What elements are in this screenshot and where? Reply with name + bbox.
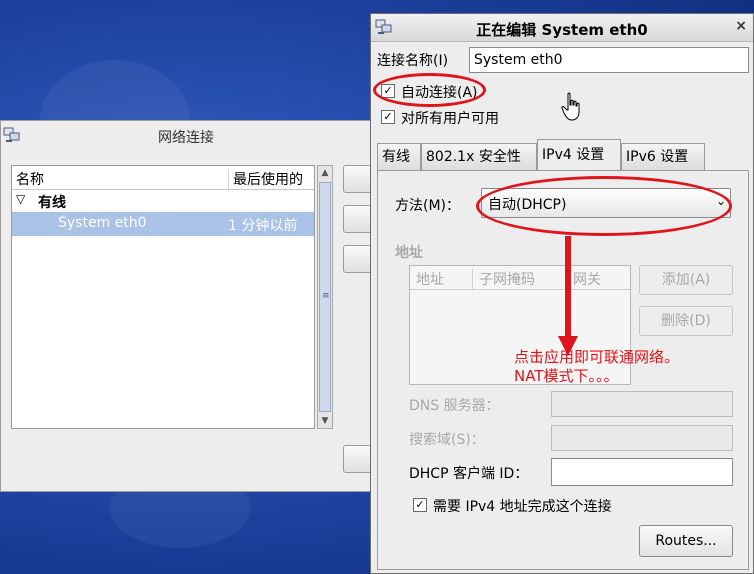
window-title: 网络连接 (158, 130, 214, 146)
search-domains-input[interactable] (551, 425, 733, 451)
column-header-netmask: 子网掩码 (472, 269, 535, 289)
address-section-label: 地址 (395, 245, 423, 261)
method-label: 方法(M)： (395, 198, 461, 214)
dns-servers-input[interactable] (551, 391, 733, 417)
connection-name: System eth0 (58, 215, 147, 231)
annotation-circle-method (476, 176, 732, 236)
hand-cursor-icon (561, 92, 580, 121)
dns-servers-label: DNS 服务器： (409, 398, 500, 414)
all-users-label[interactable]: 对所有用户可用 (401, 108, 499, 128)
group-label: 有线 (38, 195, 66, 211)
add-address-button[interactable]: 添加(A) (639, 265, 733, 295)
scroll-up-arrow-icon[interactable]: ▲ (318, 166, 332, 180)
dialog-title: 正在编辑 System eth0 (476, 21, 648, 39)
connection-name-label: 连接名称(I) (377, 53, 449, 69)
connection-name-input[interactable]: System eth0 (469, 47, 749, 73)
require-ipv4-checkbox[interactable]: ✓ (413, 498, 427, 512)
delete-address-button[interactable]: 删除(D) (639, 306, 733, 336)
close-icon[interactable]: × (735, 18, 747, 34)
annotation-circle-autoconnect (373, 73, 486, 107)
dhcp-client-id-input[interactable] (551, 458, 733, 486)
list-scrollbar[interactable]: ▲ ≡ ▼ (317, 165, 333, 429)
scroll-down-arrow-icon[interactable]: ▼ (318, 414, 332, 428)
connection-last-used: 1 分钟以前 (228, 218, 298, 234)
scrollbar-thumb[interactable]: ≡ (319, 182, 331, 412)
connection-list[interactable]: 名称 最后使用的 ▽ 有线 System eth0 1 分钟以前 (11, 165, 315, 429)
routes-button[interactable]: Routes... (639, 525, 733, 557)
group-row-wired[interactable]: ▽ 有线 (12, 190, 314, 212)
expander-triangle-icon[interactable]: ▽ (16, 192, 25, 206)
connection-row-selected[interactable]: System eth0 1 分钟以前 (12, 212, 314, 236)
annotation-text-line2: NAT模式下。。。 (514, 367, 619, 385)
tab-8021x-security[interactable]: 802.1x 安全性 (421, 143, 537, 171)
scroll-grip-icon: ≡ (322, 291, 330, 301)
search-domains-label: 搜索域(S)： (409, 432, 485, 448)
dialog-titlebar[interactable]: 正在编辑 System eth0 × (371, 14, 753, 42)
tab-ipv4-settings[interactable]: IPv4 设置 (537, 139, 621, 171)
annotation-arrow-icon (558, 236, 578, 356)
dhcp-client-id-label: DHCP 客户端 ID： (409, 466, 529, 482)
column-header-name[interactable]: 名称 (16, 169, 44, 189)
tab-wired[interactable]: 有线 (377, 143, 421, 171)
address-table-header: 地址 子网掩码 网关 (410, 266, 630, 290)
all-users-checkbox[interactable]: ✓ (381, 110, 395, 124)
column-header-address: 地址 (416, 272, 444, 288)
column-header-last-used[interactable]: 最后使用的 (228, 169, 303, 189)
require-ipv4-label[interactable]: 需要 IPv4 地址完成这个连接 (433, 496, 612, 516)
network-connections-window: 网络连接 名称 最后使用的 ▽ 有线 System eth0 1 分钟以前 ▲ … (0, 120, 383, 492)
list-header: 名称 最后使用的 (12, 166, 314, 190)
tab-ipv6-settings[interactable]: IPv6 设置 (621, 143, 705, 171)
annotation-text-line1: 点击应用即可联通网络。 (514, 348, 680, 366)
window-titlebar[interactable]: 网络连接 (1, 121, 371, 151)
